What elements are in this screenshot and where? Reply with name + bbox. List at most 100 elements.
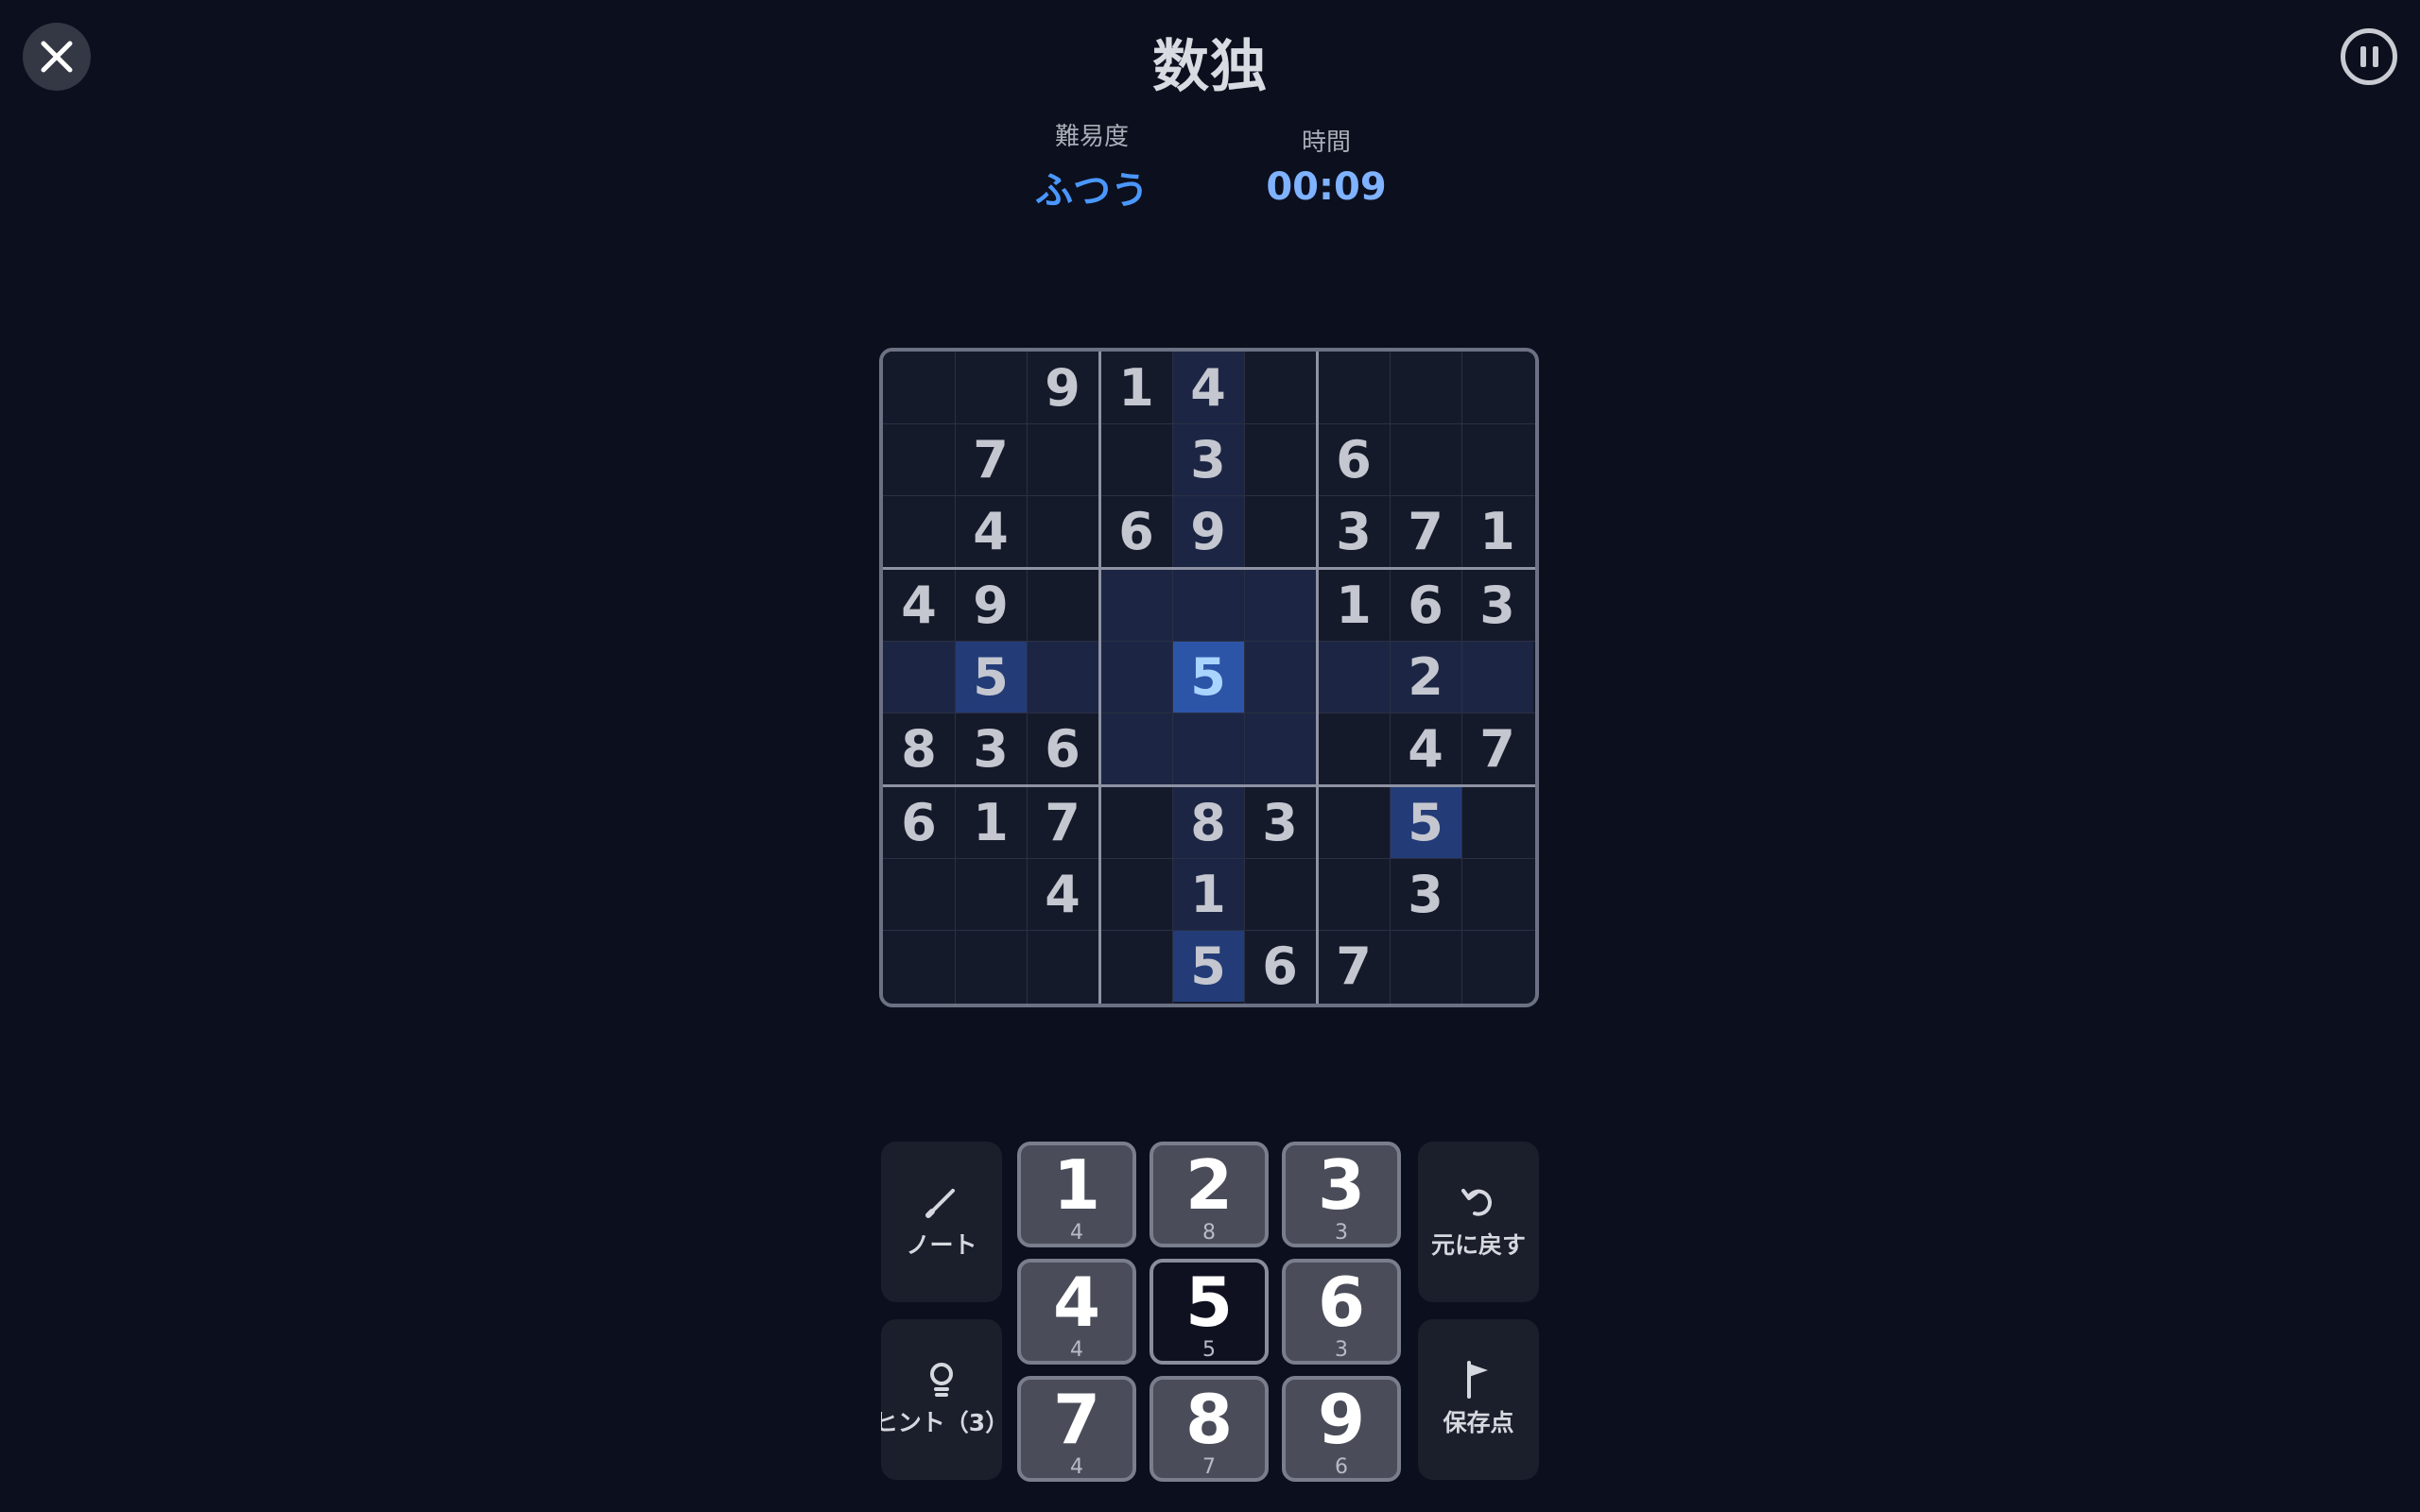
number-key-remaining-count: 8: [1202, 1221, 1216, 1245]
sudoku-cell-r3c9[interactable]: 1: [1461, 495, 1533, 567]
sudoku-cell-r1c7[interactable]: [1318, 352, 1390, 423]
sudoku-cell-r4c2[interactable]: 9: [955, 569, 1027, 641]
sudoku-cell-r8c4[interactable]: [1100, 858, 1172, 930]
sudoku-cell-r1c8[interactable]: [1390, 352, 1461, 423]
sudoku-cell-r7c8[interactable]: 5: [1390, 786, 1461, 858]
sudoku-cell-r4c1[interactable]: 4: [883, 569, 955, 641]
sudoku-cell-r5c3[interactable]: [1027, 641, 1098, 713]
number-key-2[interactable]: 28: [1150, 1142, 1269, 1247]
sudoku-cell-r3c1[interactable]: [883, 495, 955, 567]
sudoku-cell-r2c9[interactable]: [1461, 423, 1533, 495]
sudoku-cell-r1c9[interactable]: [1461, 352, 1533, 423]
difficulty-stat: 難易度 ふつう: [1021, 117, 1163, 215]
sudoku-cell-r2c8[interactable]: [1390, 423, 1461, 495]
sudoku-cell-r4c7[interactable]: 1: [1318, 569, 1390, 641]
sudoku-cell-r7c9[interactable]: [1461, 786, 1533, 858]
sudoku-cell-r8c7[interactable]: [1318, 858, 1390, 930]
number-key-5[interactable]: 55: [1150, 1259, 1269, 1365]
sudoku-cell-r9c4[interactable]: [1100, 930, 1172, 1002]
sudoku-cell-r3c4[interactable]: 6: [1100, 495, 1172, 567]
undo-button[interactable]: 元に戻す: [1418, 1142, 1539, 1302]
sudoku-cell-r6c5[interactable]: [1172, 713, 1244, 784]
sudoku-cell-r8c1[interactable]: [883, 858, 955, 930]
sudoku-cell-r1c4[interactable]: 1: [1100, 352, 1172, 423]
sudoku-cell-r3c8[interactable]: 7: [1390, 495, 1461, 567]
sudoku-cell-r4c5[interactable]: [1172, 569, 1244, 641]
sudoku-cell-r5c4[interactable]: [1100, 641, 1172, 713]
sudoku-cell-r7c7[interactable]: [1318, 786, 1390, 858]
sudoku-cell-r4c4[interactable]: [1100, 569, 1172, 641]
number-key-1[interactable]: 14: [1017, 1142, 1136, 1247]
sudoku-cell-r8c8[interactable]: 3: [1390, 858, 1461, 930]
sudoku-cell-r6c8[interactable]: 4: [1390, 713, 1461, 784]
sudoku-cell-r9c1[interactable]: [883, 930, 955, 1002]
sudoku-cell-r6c2[interactable]: 3: [955, 713, 1027, 784]
sudoku-cell-r6c7[interactable]: [1318, 713, 1390, 784]
number-key-7[interactable]: 74: [1017, 1376, 1136, 1482]
sudoku-cell-r2c5[interactable]: 3: [1172, 423, 1244, 495]
save-point-button[interactable]: 保存点: [1418, 1319, 1539, 1480]
number-key-digit: 4: [1052, 1263, 1101, 1342]
sudoku-cell-r7c3[interactable]: 7: [1027, 786, 1098, 858]
sudoku-cell-r7c1[interactable]: 6: [883, 786, 955, 858]
sudoku-cell-r2c2[interactable]: 7: [955, 423, 1027, 495]
sudoku-cell-r9c6[interactable]: 6: [1244, 930, 1316, 1002]
sudoku-cell-r4c3[interactable]: [1027, 569, 1098, 641]
sudoku-cell-r7c6[interactable]: 3: [1244, 786, 1316, 858]
sudoku-cell-r9c8[interactable]: [1390, 930, 1461, 1002]
note-button[interactable]: ノート: [881, 1142, 1002, 1302]
sudoku-cell-r7c5[interactable]: 8: [1172, 786, 1244, 858]
sudoku-cell-r5c2[interactable]: 5: [955, 641, 1027, 713]
sudoku-cell-r8c2[interactable]: [955, 858, 1027, 930]
sudoku-cell-r5c6[interactable]: [1244, 641, 1316, 713]
hint-button[interactable]: ヒント（3）: [881, 1319, 1002, 1480]
sudoku-cell-r9c2[interactable]: [955, 930, 1027, 1002]
sudoku-cell-r8c3[interactable]: 4: [1027, 858, 1098, 930]
number-key-remaining-count: 3: [1335, 1338, 1348, 1362]
sudoku-cell-r8c5[interactable]: 1: [1172, 858, 1244, 930]
sudoku-cell-r1c2[interactable]: [955, 352, 1027, 423]
number-key-3[interactable]: 33: [1282, 1142, 1401, 1247]
sudoku-cell-r5c9[interactable]: [1461, 641, 1533, 713]
sudoku-cell-r6c1[interactable]: 8: [883, 713, 955, 784]
sudoku-cell-r3c3[interactable]: [1027, 495, 1098, 567]
sudoku-cell-r7c2[interactable]: 1: [955, 786, 1027, 858]
sudoku-cell-r7c4[interactable]: [1100, 786, 1172, 858]
sudoku-cell-r3c7[interactable]: 3: [1318, 495, 1390, 567]
sudoku-cell-r9c9[interactable]: [1461, 930, 1533, 1002]
undo-icon: [1461, 1189, 1492, 1216]
pause-button[interactable]: [2341, 28, 2397, 85]
sudoku-cell-r5c5[interactable]: 5: [1172, 641, 1244, 713]
sudoku-cell-r1c6[interactable]: [1244, 352, 1316, 423]
sudoku-cell-r5c1[interactable]: [883, 641, 955, 713]
sudoku-cell-r8c6[interactable]: [1244, 858, 1316, 930]
sudoku-cell-r4c6[interactable]: [1244, 569, 1316, 641]
sudoku-cell-r1c5[interactable]: 4: [1172, 352, 1244, 423]
sudoku-cell-r3c5[interactable]: 9: [1172, 495, 1244, 567]
sudoku-cell-r6c3[interactable]: 6: [1027, 713, 1098, 784]
sudoku-cell-r6c6[interactable]: [1244, 713, 1316, 784]
sudoku-cell-r2c3[interactable]: [1027, 423, 1098, 495]
sudoku-cell-r4c8[interactable]: 6: [1390, 569, 1461, 641]
sudoku-cell-r3c6[interactable]: [1244, 495, 1316, 567]
sudoku-cell-r1c1[interactable]: [883, 352, 955, 423]
sudoku-cell-r6c9[interactable]: 7: [1461, 713, 1533, 784]
sudoku-cell-r9c5[interactable]: 5: [1172, 930, 1244, 1002]
sudoku-cell-r5c7[interactable]: [1318, 641, 1390, 713]
sudoku-cell-r4c9[interactable]: 3: [1461, 569, 1533, 641]
number-key-8[interactable]: 87: [1150, 1376, 1269, 1482]
sudoku-cell-r2c1[interactable]: [883, 423, 955, 495]
sudoku-cell-r2c7[interactable]: 6: [1318, 423, 1390, 495]
sudoku-cell-r2c4[interactable]: [1100, 423, 1172, 495]
sudoku-cell-r9c7[interactable]: 7: [1318, 930, 1390, 1002]
sudoku-cell-r2c6[interactable]: [1244, 423, 1316, 495]
number-key-6[interactable]: 63: [1282, 1259, 1401, 1365]
sudoku-cell-r8c9[interactable]: [1461, 858, 1533, 930]
sudoku-cell-r5c8[interactable]: 2: [1390, 641, 1461, 713]
sudoku-cell-r1c3[interactable]: 9: [1027, 352, 1098, 423]
sudoku-cell-r9c3[interactable]: [1027, 930, 1098, 1002]
sudoku-cell-r3c2[interactable]: 4: [955, 495, 1027, 567]
sudoku-cell-r6c4[interactable]: [1100, 713, 1172, 784]
number-key-4[interactable]: 44: [1017, 1259, 1136, 1365]
number-key-9[interactable]: 96: [1282, 1376, 1401, 1482]
